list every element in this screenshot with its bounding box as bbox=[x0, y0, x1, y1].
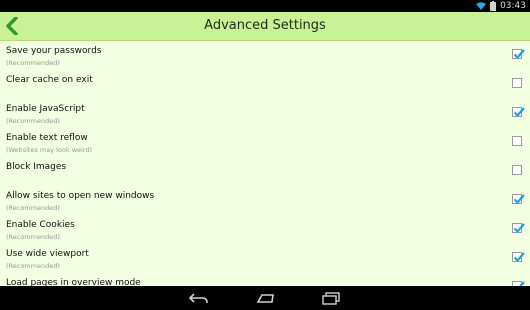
setting-block-images[interactable]: Block Images bbox=[0, 157, 530, 186]
setting-new-windows[interactable]: Allow sites to open new windows (Recomme… bbox=[0, 186, 530, 215]
setting-clear-cache[interactable]: Clear cache on exit bbox=[0, 70, 530, 99]
setting-save-passwords[interactable]: Save your passwords (Recommended) bbox=[0, 41, 530, 70]
setting-label: Block Images bbox=[6, 162, 67, 172]
setting-checkbox[interactable] bbox=[512, 252, 525, 263]
setting-checkbox[interactable] bbox=[512, 49, 525, 60]
setting-hint: (Websites may look weird) bbox=[6, 146, 93, 154]
setting-label: Allow sites to open new windows bbox=[6, 191, 155, 201]
setting-checkbox[interactable] bbox=[512, 194, 525, 205]
setting-hint: (Recommended) bbox=[6, 233, 60, 241]
action-bar: Advanced Settings bbox=[0, 12, 530, 41]
setting-wide-viewport[interactable]: Use wide viewport (Recommended) bbox=[0, 244, 530, 273]
home-nav-icon[interactable] bbox=[254, 290, 276, 306]
status-bar: 03:43 bbox=[0, 0, 530, 12]
page-title: Advanced Settings bbox=[204, 18, 326, 33]
setting-hint: (Recommended) bbox=[6, 204, 60, 212]
setting-checkbox[interactable] bbox=[512, 107, 525, 118]
setting-enable-javascript[interactable]: Enable JavaScript (Recommended) bbox=[0, 99, 530, 128]
setting-label: Clear cache on exit bbox=[6, 75, 93, 85]
checkmark-icon bbox=[513, 223, 525, 234]
setting-enable-cookies[interactable]: Enable Cookies (Recommended) bbox=[0, 215, 530, 244]
setting-hint: (Recommended) bbox=[6, 59, 60, 67]
setting-checkbox[interactable] bbox=[512, 223, 525, 234]
checkmark-icon bbox=[513, 252, 525, 263]
checkmark-icon bbox=[513, 194, 525, 205]
setting-label: Use wide viewport bbox=[6, 249, 89, 259]
setting-checkbox[interactable] bbox=[512, 165, 522, 175]
setting-label: Save your passwords bbox=[6, 46, 102, 56]
status-time: 03:43 bbox=[500, 1, 526, 11]
setting-checkbox[interactable] bbox=[512, 136, 522, 146]
setting-hint: (Recommended) bbox=[6, 117, 60, 125]
setting-label: Load pages in overview mode bbox=[6, 278, 141, 286]
setting-checkbox[interactable] bbox=[512, 78, 522, 88]
battery-icon bbox=[490, 1, 497, 11]
setting-hint: (Recommended) bbox=[6, 262, 60, 270]
status-right: 03:43 bbox=[476, 0, 526, 12]
back-nav-icon[interactable] bbox=[188, 290, 210, 306]
setting-text-reflow[interactable]: Enable text reflow (Websites may look we… bbox=[0, 128, 530, 157]
recents-nav-icon[interactable] bbox=[320, 290, 342, 306]
setting-label: Enable text reflow bbox=[6, 133, 88, 143]
setting-label: Enable JavaScript bbox=[6, 104, 85, 114]
setting-label: Enable Cookies bbox=[6, 220, 75, 230]
navigation-bar bbox=[0, 286, 530, 310]
settings-list[interactable]: Save your passwords (Recommended) Clear … bbox=[0, 41, 530, 286]
checkmark-icon bbox=[513, 49, 525, 60]
setting-overview-mode[interactable]: Load pages in overview mode bbox=[0, 273, 530, 286]
checkmark-icon bbox=[513, 107, 525, 118]
wifi-icon bbox=[476, 1, 487, 10]
